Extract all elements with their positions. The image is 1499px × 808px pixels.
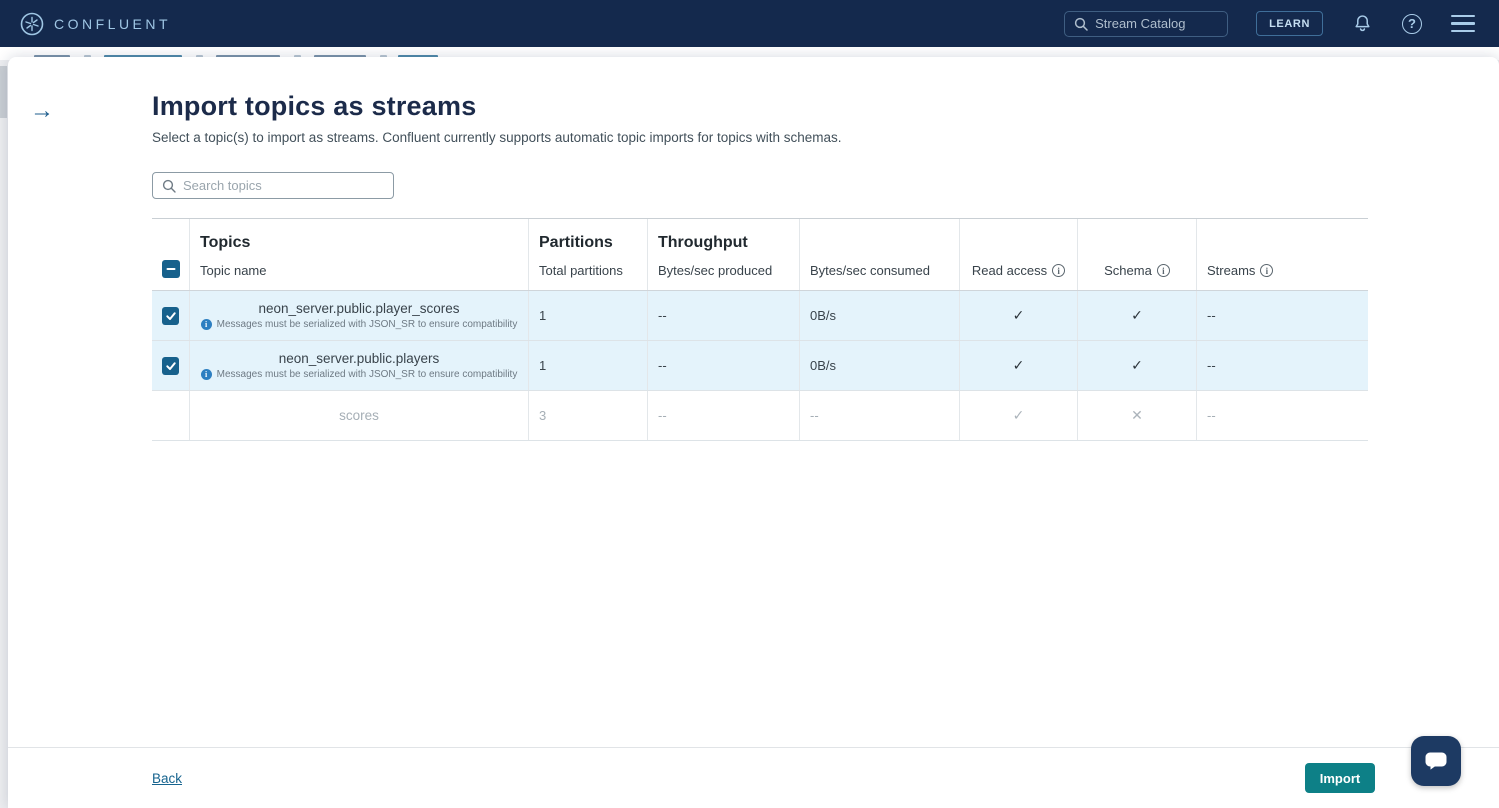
column-header-bytes-produced: Throughput Bytes/sec produced — [648, 219, 800, 290]
select-all-cell — [152, 219, 190, 290]
column-header-bytes-consumed: Bytes/sec consumed — [800, 219, 960, 290]
info-icon: i — [201, 369, 212, 380]
bytes-produced-value: -- — [648, 291, 800, 340]
schema-cross: ✕ — [1078, 391, 1197, 440]
topics-table: Topics Topic name Partitions Total parti… — [152, 218, 1368, 441]
bytes-produced-value: -- — [648, 391, 800, 440]
info-icon[interactable]: i — [1157, 264, 1170, 277]
help-icon[interactable]: ? — [1401, 13, 1423, 35]
notifications-bell-icon[interactable] — [1351, 13, 1373, 35]
read-access-check: ✓ — [960, 391, 1078, 440]
topic-note: iMessages must be serialized with JSON_S… — [201, 369, 518, 380]
info-icon: i — [201, 319, 212, 330]
back-link[interactable]: Back — [152, 771, 182, 786]
page-subtitle: Select a topic(s) to import as streams. … — [152, 130, 1368, 145]
chat-widget-button[interactable] — [1411, 736, 1461, 786]
import-button[interactable]: Import — [1305, 763, 1375, 793]
topic-search[interactable] — [152, 172, 394, 199]
topic-name: neon_server.public.player_scores — [258, 301, 459, 316]
schema-check: ✓ — [1078, 291, 1197, 340]
partitions-value: 1 — [529, 291, 648, 340]
topic-name: scores — [339, 408, 379, 423]
topic-search-input[interactable] — [183, 178, 373, 193]
collapse-panel-arrow-icon[interactable]: → — [30, 99, 54, 123]
side-panel-edge — [0, 66, 7, 118]
streams-value: -- — [1197, 391, 1368, 440]
column-header-schema: Schemai — [1078, 219, 1197, 290]
partitions-value: 3 — [529, 391, 648, 440]
bytes-produced-value: -- — [648, 341, 800, 390]
confluent-logo-icon — [20, 12, 44, 36]
select-all-checkbox[interactable] — [162, 260, 180, 278]
read-access-check: ✓ — [960, 341, 1078, 390]
info-icon[interactable]: i — [1052, 264, 1065, 277]
confluent-brand[interactable]: CONFLUENT — [20, 12, 171, 36]
column-header-streams: Streamsi — [1197, 219, 1368, 290]
search-icon — [162, 179, 176, 193]
read-access-check: ✓ — [960, 291, 1078, 340]
table-row[interactable]: neon_server.public.players iMessages mus… — [152, 341, 1368, 391]
top-navbar: CONFLUENT LEARN ? — [0, 0, 1499, 47]
row-checkbox-checked[interactable] — [162, 307, 179, 325]
table-row: scores 3 -- -- ✓ ✕ -- — [152, 391, 1368, 441]
bytes-consumed-value: -- — [800, 391, 960, 440]
brand-name: CONFLUENT — [54, 16, 171, 32]
topic-name: neon_server.public.players — [279, 351, 440, 366]
table-row[interactable]: neon_server.public.player_scores iMessag… — [152, 291, 1368, 341]
column-header-read-access: Read accessi — [960, 219, 1078, 290]
modal-footer: Back Import — [8, 747, 1499, 808]
menu-icon[interactable] — [1451, 15, 1475, 32]
streams-value: -- — [1197, 341, 1368, 390]
bytes-consumed-value: 0B/s — [800, 291, 960, 340]
stream-catalog-search[interactable] — [1064, 11, 1228, 37]
import-topics-modal: → Import topics as streams Select a topi… — [8, 57, 1499, 808]
bytes-consumed-value: 0B/s — [800, 341, 960, 390]
partitions-value: 1 — [529, 341, 648, 390]
column-header-topics: Topics Topic name — [190, 219, 529, 290]
column-header-partitions: Partitions Total partitions — [529, 219, 648, 290]
schema-check: ✓ — [1078, 341, 1197, 390]
stream-catalog-input[interactable] — [1095, 16, 1215, 31]
row-checkbox-checked[interactable] — [162, 357, 179, 375]
search-icon — [1074, 17, 1088, 31]
info-icon[interactable]: i — [1260, 264, 1273, 277]
learn-button[interactable]: LEARN — [1256, 11, 1323, 36]
topic-note: iMessages must be serialized with JSON_S… — [201, 319, 518, 330]
streams-value: -- — [1197, 291, 1368, 340]
page-title: Import topics as streams — [152, 91, 1368, 122]
speech-bubble-icon — [1423, 748, 1449, 774]
